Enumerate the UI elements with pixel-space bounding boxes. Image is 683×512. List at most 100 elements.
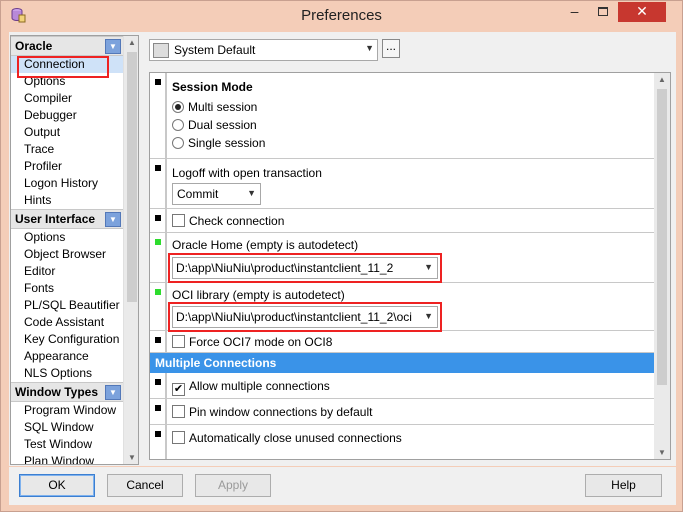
nav-group-title: Window Types — [15, 385, 99, 399]
apply-button[interactable]: Apply — [195, 474, 271, 497]
nav-item-profiler[interactable]: Profiler — [11, 158, 123, 175]
oracle-home-section: Oracle Home (empty is autodetect) D:\app… — [150, 233, 654, 283]
gutter-line — [166, 283, 167, 330]
nav-item-key-configuration[interactable]: Key Configuration — [11, 331, 123, 348]
dialog-body: Oracle ▼ Connection Options Compiler Deb… — [9, 32, 676, 466]
nav-item-hints[interactable]: Hints — [11, 192, 123, 209]
radio-dual-session[interactable]: Dual session — [172, 118, 257, 132]
preferences-nav: Oracle ▼ Connection Options Compiler Deb… — [10, 35, 139, 465]
gutter-line — [166, 209, 167, 232]
nav-item-code-assistant[interactable]: Code Assistant — [11, 314, 123, 331]
profile-more-button[interactable]: ... — [382, 39, 400, 58]
check-connection-checkbox[interactable]: Check connection — [172, 214, 284, 228]
logoff-section: Logoff with open transaction Commit ▼ — [150, 159, 654, 209]
allow-multiple-checkbox[interactable]: ✔ Allow multiple connections — [172, 379, 330, 396]
scroll-thumb[interactable] — [657, 89, 667, 385]
maximize-button[interactable] — [590, 2, 617, 22]
default-marker — [155, 337, 161, 343]
settings-scrollbar[interactable]: ▲ ▼ — [654, 73, 670, 459]
radio-label: Single session — [188, 136, 266, 150]
nav-item-test-window[interactable]: Test Window — [11, 436, 123, 453]
nav-item-plan-window[interactable]: Plan Window — [11, 453, 123, 464]
check-connection-section: Check connection — [150, 209, 654, 233]
checkbox-label: Automatically close unused connections — [189, 431, 402, 445]
nav-item-editor[interactable]: Editor — [11, 263, 123, 280]
nav-item-plsql-beautifier[interactable]: PL/SQL Beautifier — [11, 297, 123, 314]
modified-marker — [155, 289, 161, 295]
help-button[interactable]: Help — [585, 474, 662, 497]
nav-item-program-window[interactable]: Program Window — [11, 402, 123, 419]
radio-single-session[interactable]: Single session — [172, 136, 265, 150]
nav-group-title: Oracle — [15, 39, 53, 53]
logoff-value: Commit — [177, 187, 219, 201]
checkbox-icon — [172, 431, 185, 444]
nav-group-oracle[interactable]: Oracle ▼ — [11, 36, 123, 56]
profile-value: System Default — [174, 43, 256, 57]
minimize-button[interactable]: – — [560, 2, 589, 22]
radio-label: Dual session — [188, 118, 257, 132]
session-mode-title: Session Mode — [172, 80, 253, 94]
nav-item-object-browser[interactable]: Object Browser — [11, 246, 123, 263]
maximize-icon — [598, 7, 608, 16]
default-marker — [155, 165, 161, 171]
chevron-down-icon[interactable]: ▼ — [105, 212, 121, 227]
gutter-line — [166, 373, 167, 398]
nav-item-fonts[interactable]: Fonts — [11, 280, 123, 297]
close-button[interactable]: ✕ — [618, 2, 666, 22]
checkbox-icon — [172, 214, 185, 227]
settings-profile-icon — [153, 43, 169, 58]
checkbox-icon — [172, 335, 185, 348]
scroll-thumb[interactable] — [127, 52, 137, 302]
gutter-line — [166, 159, 167, 208]
nav-item-trace[interactable]: Trace — [11, 141, 123, 158]
nav-item-sql-window[interactable]: SQL Window — [11, 419, 123, 436]
auto-close-checkbox[interactable]: Automatically close unused connections — [172, 431, 402, 445]
checkbox-label: Pin window connections by default — [189, 405, 373, 419]
nav-item-output[interactable]: Output — [11, 124, 123, 141]
gutter-line — [166, 73, 167, 158]
default-marker — [155, 405, 161, 411]
logoff-select[interactable]: Commit ▼ — [172, 183, 261, 205]
chevron-down-icon[interactable]: ▼ — [105, 39, 121, 54]
nav-item-debugger[interactable]: Debugger — [11, 107, 123, 124]
nav-scrollbar[interactable]: ▲ ▼ — [123, 36, 138, 464]
highlight-box — [168, 302, 442, 332]
settings-panel: Session Mode Multi session Dual session … — [149, 72, 671, 460]
ok-button[interactable]: OK — [19, 474, 95, 497]
nav-group-window-types[interactable]: Window Types ▼ — [11, 382, 123, 402]
nav-item-logon-history[interactable]: Logon History — [11, 175, 123, 192]
chevron-down-icon[interactable]: ▼ — [105, 385, 121, 400]
scroll-down-icon[interactable]: ▼ — [124, 453, 138, 462]
scroll-up-icon[interactable]: ▲ — [124, 38, 138, 47]
checkbox-label: Check connection — [189, 214, 285, 228]
chevron-down-icon: ▼ — [365, 43, 374, 53]
allow-multiple-section: ✔ Allow multiple connections — [150, 373, 654, 399]
oracle-home-label: Oracle Home (empty is autodetect) — [172, 238, 359, 252]
scroll-down-icon[interactable]: ▼ — [654, 448, 670, 457]
preferences-window: Preferences – ✕ Oracle ▼ Connection Opti… — [0, 0, 683, 512]
scroll-up-icon[interactable]: ▲ — [654, 75, 670, 84]
oci-library-label: OCI library (empty is autodetect) — [172, 288, 345, 302]
nav-item-ui-options[interactable]: Options — [11, 229, 123, 246]
nav-item-compiler[interactable]: Compiler — [11, 90, 123, 107]
button-bar: OK Cancel Apply Help — [9, 467, 676, 505]
radio-checked-icon — [172, 101, 184, 113]
nav-item-nls-options[interactable]: NLS Options — [11, 365, 123, 382]
radio-multi-session[interactable]: Multi session — [172, 100, 257, 114]
auto-close-section: Automatically close unused connections — [150, 425, 654, 459]
title-bar[interactable]: Preferences – ✕ — [1, 1, 682, 31]
force-oci7-checkbox[interactable]: Force OCI7 mode on OCI8 — [172, 335, 332, 349]
default-marker — [155, 215, 161, 221]
nav-group-user-interface[interactable]: User Interface ▼ — [11, 209, 123, 229]
force-oci7-section: Force OCI7 mode on OCI8 — [150, 331, 654, 353]
logoff-label: Logoff with open transaction — [172, 166, 322, 180]
pin-connections-checkbox[interactable]: Pin window connections by default — [172, 405, 372, 419]
cancel-button[interactable]: Cancel — [107, 474, 183, 497]
gutter-line — [166, 425, 167, 459]
nav-item-appearance[interactable]: Appearance — [11, 348, 123, 365]
nav-group-title: User Interface — [15, 212, 96, 226]
profile-select[interactable]: System Default ▼ — [149, 39, 378, 61]
selection-highlight — [17, 56, 109, 78]
checkbox-label: Allow multiple connections — [189, 379, 330, 393]
default-marker — [155, 79, 161, 85]
